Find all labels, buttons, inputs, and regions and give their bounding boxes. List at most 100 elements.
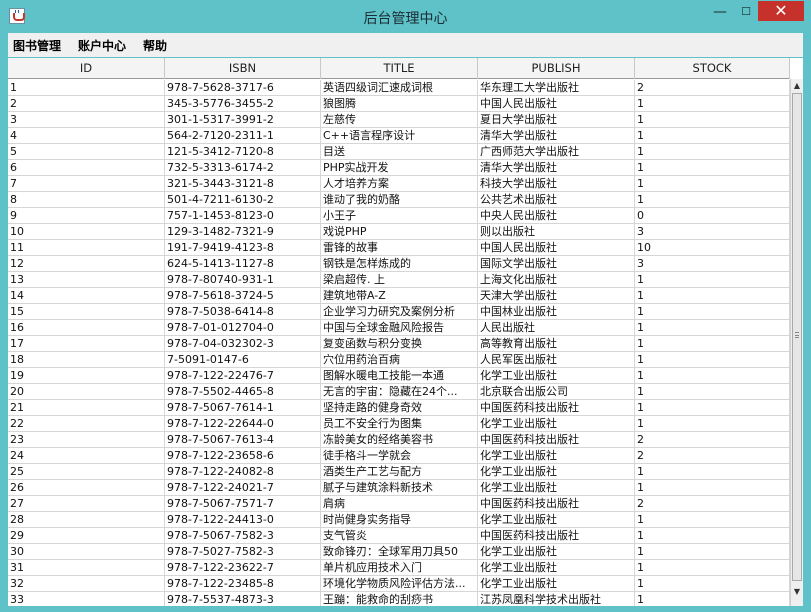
cell-title[interactable]: C++语言程序设计	[321, 128, 478, 144]
table-row[interactable]: 22 978-7-122-22644-0 员工不安全行为图集 化学工业出版社 1	[8, 416, 790, 432]
cell-isbn[interactable]: 129-3-1482-7321-9	[165, 224, 321, 240]
cell-isbn[interactable]: 501-4-7211-6130-2	[165, 192, 321, 208]
cell-id[interactable]: 11	[8, 240, 165, 256]
cell-id[interactable]: 6	[8, 160, 165, 176]
cell-title[interactable]: 支气管炎	[321, 528, 478, 544]
cell-title[interactable]: 左慈传	[321, 112, 478, 128]
table-row[interactable]: 13 978-7-80740-931-1 梁启超传. 上上海文化出版社 1	[8, 272, 790, 288]
cell-title[interactable]: 戏说PHP	[321, 224, 478, 240]
table-row[interactable]: 3 301-1-5317-3991-2 左慈传 夏日大学出版社 1	[8, 112, 790, 128]
cell-isbn[interactable]: 978-7-122-24021-7	[165, 480, 321, 496]
cell-publish[interactable]: 化学工业出版社	[478, 512, 635, 528]
cell-id[interactable]: 16	[8, 320, 165, 336]
table-row[interactable]: 28 978-7-122-24413-0 时尚健身实务指导 化学工业出版社 1	[8, 512, 790, 528]
cell-id[interactable]: 3	[8, 112, 165, 128]
cell-stock[interactable]: 1	[635, 352, 790, 368]
cell-title[interactable]: 冻龄美女的经络美容书	[321, 432, 478, 448]
close-button[interactable]: ✕	[758, 1, 804, 21]
table-row[interactable]: 32 978-7-122-23485-8 环境化学物质风险评估方法... 化学工业出版…	[8, 576, 790, 592]
cell-publish[interactable]: 上海文化出版社	[478, 272, 635, 288]
cell-publish[interactable]: 夏日大学出版社	[478, 112, 635, 128]
cell-id[interactable]: 14	[8, 288, 165, 304]
table-row[interactable]: 16 978-7-01-012704-0 中国与全球金融风险报告 人民出版社 1	[8, 320, 790, 336]
table-row[interactable]: 30 978-7-5027-7582-3 致命锋刃：全球军用刀具50 化学工业出版社 1	[8, 544, 790, 560]
column-header-publish[interactable]: PUBLISH	[478, 58, 635, 79]
cell-publish[interactable]: 中国林业出版社	[478, 304, 635, 320]
cell-title[interactable]: 狼图腾	[321, 96, 478, 112]
cell-publish[interactable]: 化学工业出版社	[478, 464, 635, 480]
scroll-up-arrow-icon[interactable]: ▲	[791, 81, 803, 91]
cell-id[interactable]: 5	[8, 144, 165, 160]
cell-stock[interactable]: 1	[635, 544, 790, 560]
cell-id[interactable]: 27	[8, 496, 165, 512]
cell-stock[interactable]: 1	[635, 304, 790, 320]
cell-isbn[interactable]: 978-7-5067-7571-7	[165, 496, 321, 512]
cell-id[interactable]: 33	[8, 592, 165, 606]
cell-title[interactable]: 建筑地带A-Z	[321, 288, 478, 304]
scrollbar-thumb[interactable]	[792, 93, 802, 581]
cell-stock[interactable]: 1	[635, 96, 790, 112]
cell-id[interactable]: 1	[8, 80, 165, 96]
cell-isbn[interactable]: 978-7-04-032302-3	[165, 336, 321, 352]
cell-title[interactable]: 复变函数与积分变换	[321, 336, 478, 352]
cell-title[interactable]: 雷锋的故事	[321, 240, 478, 256]
table-row[interactable]: 17 978-7-04-032302-3 复变函数与积分变换 高等教育出版社 1	[8, 336, 790, 352]
menu-book-management[interactable]: 图书管理	[13, 37, 61, 54]
column-header-title[interactable]: TITLE	[321, 58, 478, 79]
cell-isbn[interactable]: 978-7-5067-7582-3	[165, 528, 321, 544]
cell-id[interactable]: 19	[8, 368, 165, 384]
cell-id[interactable]: 15	[8, 304, 165, 320]
cell-publish[interactable]: 江苏凤凰科学技术出版社	[478, 592, 635, 606]
table-row[interactable]: 8 501-4-7211-6130-2 谁动了我的奶酪 公共艺术出版社 1	[8, 192, 790, 208]
table-row[interactable]: 12 624-5-1413-1127-8 钢铁是怎样炼成的 国际文学出版社 3	[8, 256, 790, 272]
cell-stock[interactable]: 1	[635, 512, 790, 528]
column-header-isbn[interactable]: ISBN	[165, 58, 321, 79]
cell-publish[interactable]: 高等教育出版社	[478, 336, 635, 352]
cell-isbn[interactable]: 978-7-5027-7582-3	[165, 544, 321, 560]
cell-publish[interactable]: 人民军医出版社	[478, 352, 635, 368]
cell-isbn[interactable]: 301-1-5317-3991-2	[165, 112, 321, 128]
cell-isbn[interactable]: 191-7-9419-4123-8	[165, 240, 321, 256]
table-row[interactable]: 11 191-7-9419-4123-8 雷锋的故事 中国人民出版社 10	[8, 240, 790, 256]
cell-title[interactable]: 王蹦：能救命的刮痧书	[321, 592, 478, 606]
table-row[interactable]: 7 321-5-3443-3121-8 人才培养方案 科技大学出版社 1	[8, 176, 790, 192]
table-row[interactable]: 33 978-7-5537-4873-3 王蹦：能救命的刮痧书 江苏凤凰科学技术出版社…	[8, 592, 790, 606]
table-row[interactable]: 27 978-7-5067-7571-7 肩病 中国医药科技出版社 2	[8, 496, 790, 512]
cell-isbn[interactable]: 978-7-5628-3717-6	[165, 80, 321, 96]
cell-isbn[interactable]: 978-7-5038-6414-8	[165, 304, 321, 320]
cell-id[interactable]: 22	[8, 416, 165, 432]
table-row[interactable]: 15 978-7-5038-6414-8 企业学习力研究及案例分析 中国林业出版社 1	[8, 304, 790, 320]
menu-help[interactable]: 帮助	[143, 37, 167, 54]
cell-title[interactable]: 坚持走路的健身奇效	[321, 400, 478, 416]
cell-stock[interactable]: 1	[635, 112, 790, 128]
cell-publish[interactable]: 化学工业出版社	[478, 576, 635, 592]
table-row[interactable]: 6 732-5-3313-6174-2 PHP实战开发 清华大学出版社 1	[8, 160, 790, 176]
cell-stock[interactable]: 1	[635, 400, 790, 416]
cell-publish[interactable]: 中国医药科技出版社	[478, 528, 635, 544]
cell-stock[interactable]: 2	[635, 496, 790, 512]
cell-isbn[interactable]: 757-1-1453-8123-0	[165, 208, 321, 224]
cell-id[interactable]: 18	[8, 352, 165, 368]
cell-publish[interactable]: 科技大学出版社	[478, 176, 635, 192]
table-row[interactable]: 25 978-7-122-24082-8 酒类生产工艺与配方 化学工业出版社 1	[8, 464, 790, 480]
cell-id[interactable]: 26	[8, 480, 165, 496]
cell-id[interactable]: 10	[8, 224, 165, 240]
minimize-button[interactable]: —	[706, 1, 734, 25]
cell-isbn[interactable]: 978-7-5618-3724-5	[165, 288, 321, 304]
cell-isbn[interactable]: 121-5-3412-7120-8	[165, 144, 321, 160]
cell-stock[interactable]: 1	[635, 128, 790, 144]
menu-account-center[interactable]: 账户中心	[78, 37, 126, 54]
cell-title[interactable]: 致命锋刃：全球军用刀具50	[321, 544, 478, 560]
cell-id[interactable]: 7	[8, 176, 165, 192]
table-row[interactable]: 20 978-7-5502-4465-8 无言的宇宙：隐藏在24个... 北京联合出版…	[8, 384, 790, 400]
cell-id[interactable]: 4	[8, 128, 165, 144]
column-header-stock[interactable]: STOCK	[635, 58, 790, 79]
cell-isbn[interactable]: 345-3-5776-3455-2	[165, 96, 321, 112]
cell-stock[interactable]: 1	[635, 384, 790, 400]
cell-stock[interactable]: 10	[635, 240, 790, 256]
cell-stock[interactable]: 1	[635, 272, 790, 288]
cell-stock[interactable]: 1	[635, 336, 790, 352]
table-row[interactable]: 24 978-7-122-23658-6 徒手格斗一学就会 化学工业出版社 2	[8, 448, 790, 464]
cell-publish[interactable]: 国际文学出版社	[478, 256, 635, 272]
maximize-button[interactable]: ☐	[734, 1, 758, 25]
